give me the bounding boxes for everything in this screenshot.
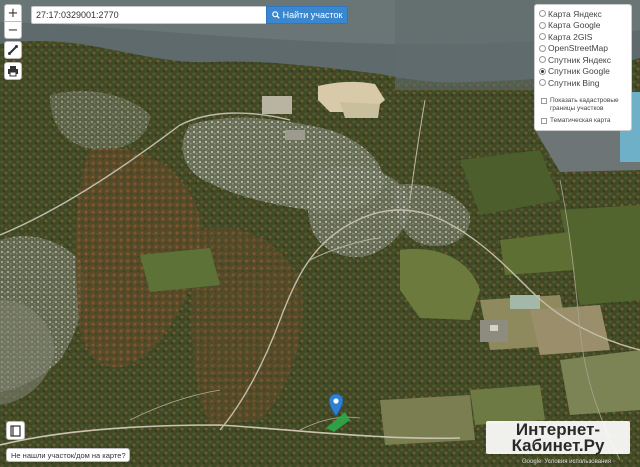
google-logo: Google [522,458,542,465]
layer-option[interactable]: OpenStreetMap [539,43,627,55]
location-marker-icon[interactable] [329,394,343,416]
printer-icon [8,66,18,77]
radio-selected-icon[interactable] [539,67,546,75]
cadastral-search: Найти участок [31,6,348,24]
terms-link[interactable]: Условия использования [544,459,611,465]
layer-option[interactable]: Спутник Яндекс [539,54,627,66]
layer-option-selected[interactable]: Спутник Google [539,66,627,78]
layer-option[interactable]: Карта Google [539,20,627,32]
not-found-link[interactable]: Не нашли участок/дом на карте? [6,448,130,462]
zoom-out-button[interactable]: − [4,21,22,39]
search-input[interactable] [31,6,266,24]
radio-icon[interactable] [539,44,546,52]
watermark-line2: Кабинет.Ру [511,436,605,455]
checkbox-icon[interactable] [541,117,547,124]
radio-icon[interactable] [539,21,546,29]
checkbox-icon[interactable] [541,97,547,104]
ruler-icon [8,45,18,55]
minus-icon: − [7,22,19,38]
measure-button[interactable] [4,41,22,59]
radio-icon[interactable] [539,10,546,18]
print-button[interactable] [4,62,22,80]
radio-icon[interactable] [539,79,546,87]
radio-icon[interactable] [539,56,546,64]
layer-option[interactable]: Спутник Bing [539,77,627,89]
find-parcel-button[interactable]: Найти участок [266,6,348,24]
layer-switcher: Карта Яндекс Карта Google Карта 2GIS Ope… [534,4,632,131]
layer-option[interactable]: Карта 2GIS [539,31,627,43]
radio-icon[interactable] [539,33,546,41]
zoom-in-button[interactable]: + [4,4,22,22]
book-icon [10,424,21,437]
find-parcel-label: Найти участок [282,10,343,20]
plus-icon: + [7,5,19,21]
cadastral-toggle[interactable]: Показать кадастровые границы участков [539,97,627,113]
legend-button[interactable] [6,421,25,440]
thematic-toggle[interactable]: Тематическая карта [539,117,627,125]
map-attribution: Google Условия использования [522,456,640,467]
layer-option[interactable]: Карта Яндекс [539,8,627,20]
site-watermark: Интернет- Кабинет.Ру [486,421,630,454]
search-icon [271,11,280,19]
